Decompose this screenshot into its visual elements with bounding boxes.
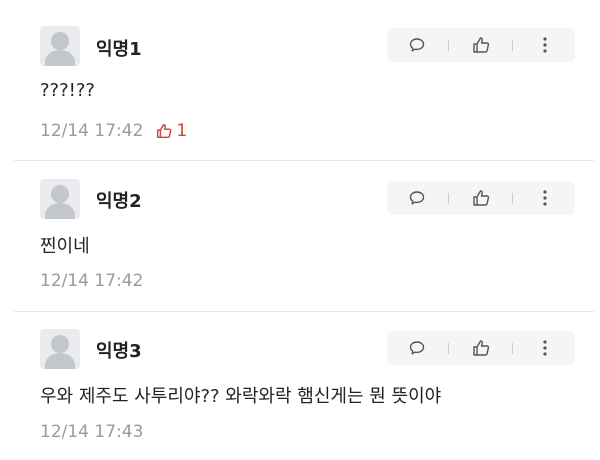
comment-meta: 12/14 17:43 [40,422,143,442]
comment-text: 찐이네 [40,236,90,257]
avatar [40,329,80,369]
comment-text: 우와 제주도 사투리야?? 와락와락 햄신게는 뭔 뜻이야 [40,386,442,407]
comment-item: 익명3 우와 제주도 사투리야?? 와락와락 햄신게는 뭔 뜻이야 12/14 … [0,312,600,460]
comment-meta: 12/14 17:42 1 [40,121,187,141]
avatar [40,26,80,66]
reply-button[interactable] [397,28,437,62]
comment-time: 12/14 17:42 [40,271,144,291]
speech-bubble-icon [409,341,425,355]
comment-item: 익명1 ???!?? 12/14 17:42 1 [0,0,600,160]
more-vertical-icon [543,340,547,356]
like-button[interactable] [461,28,501,62]
thumbs-up-icon [473,340,490,356]
thumbs-up-icon [473,37,490,53]
more-vertical-icon [543,190,547,206]
more-vertical-icon [543,37,547,53]
comment-time: 12/14 17:42 [40,121,144,141]
comment-author: 익명3 [96,341,142,362]
comment-author: 익명2 [96,191,142,212]
thumbs-up-icon [473,190,490,206]
more-button[interactable] [525,181,565,215]
like-button[interactable] [461,181,501,215]
like-count: 1 [155,121,187,141]
reply-button[interactable] [397,331,437,365]
more-button[interactable] [525,331,565,365]
comment-item: 익명2 찐이네 12/14 17:42 [0,161,600,311]
comment-author: 익명1 [96,39,142,60]
comment-time: 12/14 17:43 [40,422,144,442]
like-count-value: 1 [176,121,188,141]
comment-actions [387,181,575,215]
comment-actions [387,28,575,62]
more-button[interactable] [525,28,565,62]
comment-text: ???!?? [40,80,95,101]
comment-meta: 12/14 17:42 [40,271,143,291]
speech-bubble-icon [409,38,425,52]
like-button[interactable] [461,331,501,365]
thumbs-up-icon [157,123,172,139]
comment-actions [387,331,575,365]
avatar [40,179,80,219]
speech-bubble-icon [409,191,425,205]
reply-button[interactable] [397,181,437,215]
